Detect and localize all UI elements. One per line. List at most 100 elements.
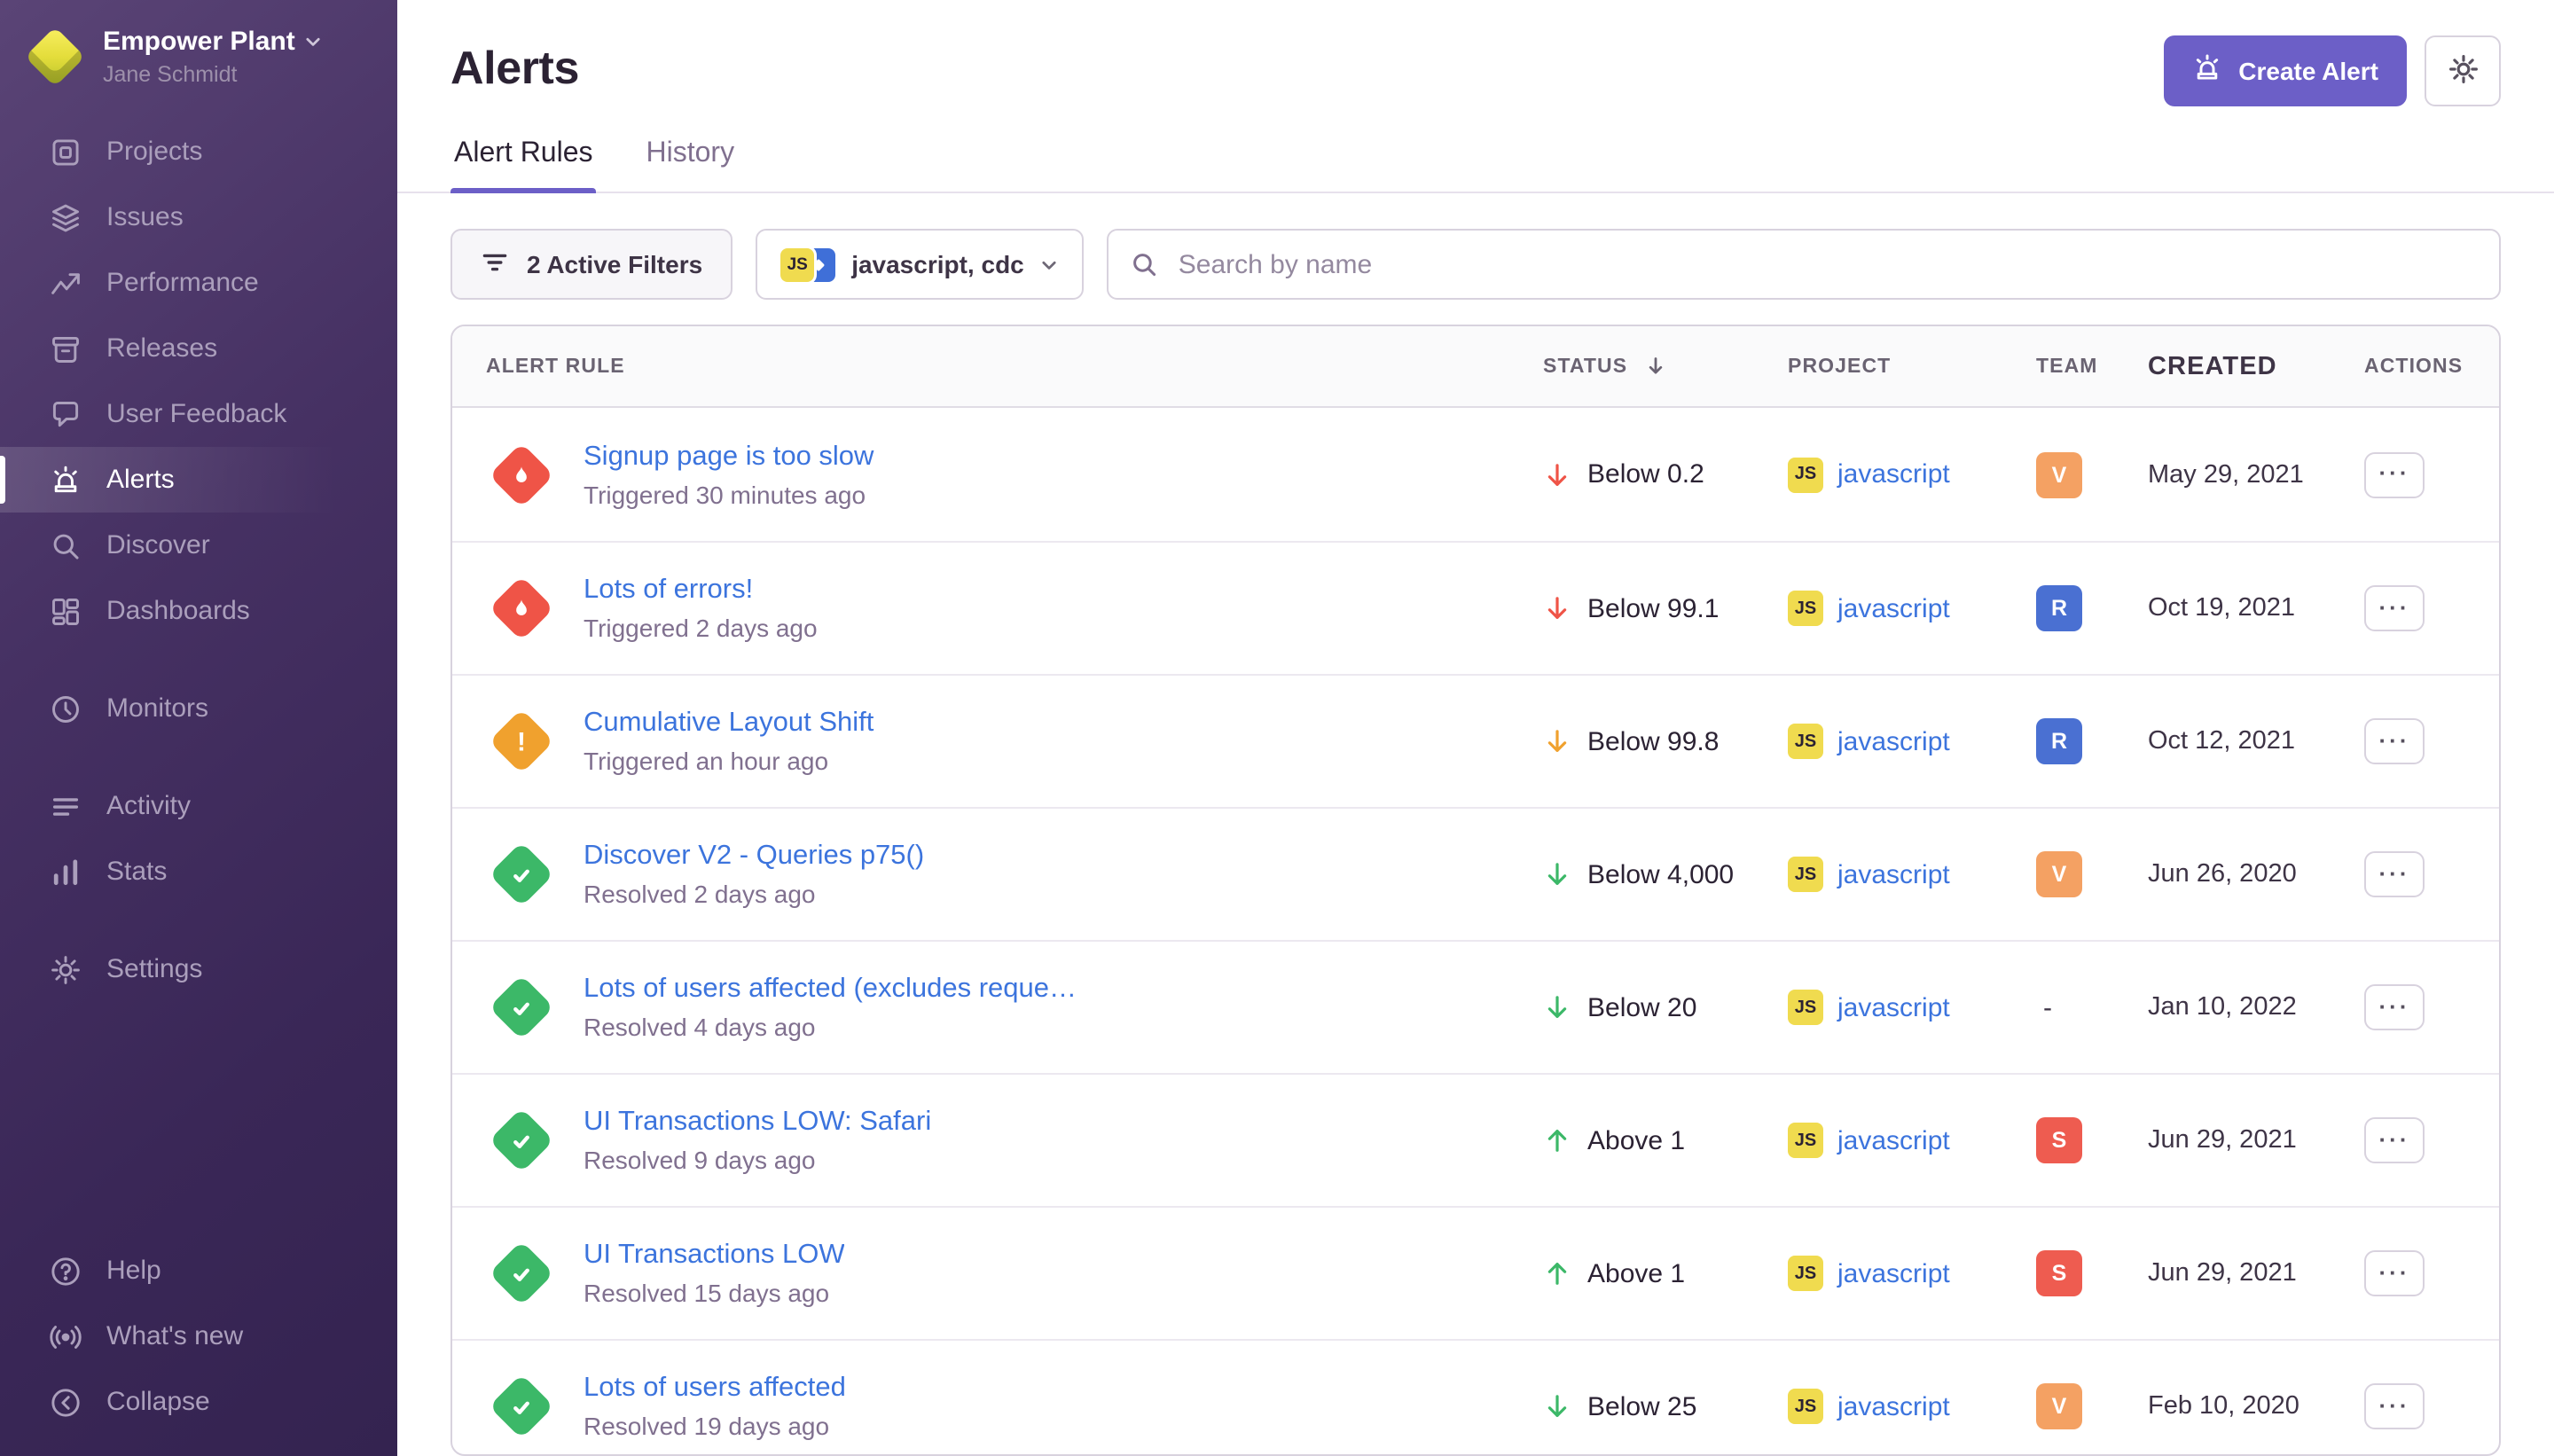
tab-alert-rules[interactable]: Alert Rules	[450, 135, 597, 192]
sidebar-item-settings[interactable]: Settings	[0, 936, 397, 1002]
team-avatar[interactable]: R	[2036, 585, 2082, 631]
row-actions-button[interactable]: ···	[2364, 585, 2425, 631]
project-cell: JS javascript	[1788, 1389, 2036, 1424]
sidebar-item-stats[interactable]: Stats	[0, 839, 397, 904]
row-actions-button[interactable]: ···	[2364, 1250, 2425, 1296]
project-cell: JS javascript	[1788, 990, 2036, 1025]
alert-settings-button[interactable]	[2425, 35, 2501, 106]
javascript-platform-icon: JS	[1788, 591, 1823, 626]
sidebar-item-dashboards[interactable]: Dashboards	[0, 578, 397, 644]
sidebar-item-releases[interactable]: Releases	[0, 316, 397, 381]
alert-rule-row: UI Transactions LOW: Safari Resolved 9 d…	[452, 1073, 2499, 1206]
status-below-arrow-icon	[1543, 727, 1571, 755]
sidebar-item-label: Settings	[106, 954, 202, 984]
alert-resolved-icon	[486, 1371, 557, 1442]
alert-rule-row: Lots of users affected (excludes reque… …	[452, 940, 2499, 1073]
alert-rule-link[interactable]: Lots of errors!	[584, 575, 818, 607]
column-header-status[interactable]: Status	[1543, 355, 1788, 378]
javascript-platform-icon: JS	[1788, 1256, 1823, 1291]
activity-icon	[50, 790, 82, 822]
project-link[interactable]: javascript	[1837, 1391, 1950, 1421]
alert-rule-link[interactable]: Lots of users affected	[584, 1373, 846, 1405]
status-value: Below 0.2	[1587, 459, 1704, 489]
tab-history[interactable]: History	[643, 135, 739, 192]
row-actions-button[interactable]: ···	[2364, 718, 2425, 764]
alert-rule-link[interactable]: UI Transactions LOW	[584, 1240, 845, 1272]
sidebar-item-help[interactable]: Help	[0, 1238, 397, 1303]
project-link[interactable]: javascript	[1837, 726, 1950, 756]
sidebar-item-activity[interactable]: Activity	[0, 773, 397, 839]
sidebar-item-monitors[interactable]: Monitors	[0, 676, 397, 741]
team-avatar[interactable]: S	[2036, 1117, 2082, 1163]
dashboards-icon	[50, 595, 82, 627]
alert-resolved-icon	[486, 839, 557, 910]
active-filters-button[interactable]: 2 Active Filters	[450, 229, 733, 300]
sidebar-item-label: Projects	[106, 137, 202, 167]
alert-resolved-icon	[486, 1105, 557, 1176]
sidebar-item-alerts[interactable]: Alerts	[0, 447, 397, 513]
project-link[interactable]: javascript	[1837, 459, 1950, 489]
sidebar-item-label: Monitors	[106, 693, 208, 724]
team-avatar[interactable]: V	[2036, 451, 2082, 497]
row-actions-button[interactable]: ···	[2364, 984, 2425, 1030]
filter-bar: 2 Active Filters JS javascript, cdc	[450, 229, 2501, 300]
sidebar-item-label: Discover	[106, 530, 210, 560]
sidebar-item-discover[interactable]: Discover	[0, 513, 397, 578]
create-alert-button[interactable]: Create Alert	[2164, 35, 2407, 106]
sidebar-item-projects[interactable]: Projects	[0, 119, 397, 184]
team-avatar[interactable]: R	[2036, 718, 2082, 764]
status-below-arrow-icon	[1543, 460, 1571, 489]
alert-rule-link[interactable]: Signup page is too slow	[584, 441, 874, 473]
team-avatar[interactable]: V	[2036, 1383, 2082, 1429]
alert-rule-link[interactable]: UI Transactions LOW: Safari	[584, 1107, 931, 1139]
created-date: Feb 10, 2020	[2148, 1392, 2346, 1421]
org-switcher[interactable]: Empower Plant Jane Schmidt	[0, 0, 397, 108]
active-filters-label: 2 Active Filters	[527, 250, 702, 278]
sidebar-item-performance[interactable]: Performance	[0, 250, 397, 316]
alert-resolved-icon	[486, 972, 557, 1043]
project-link[interactable]: javascript	[1837, 1125, 1950, 1155]
alert-resolved-icon	[486, 1238, 557, 1309]
sidebar-item-what-s-new[interactable]: What's new	[0, 1303, 397, 1369]
row-actions-button[interactable]: ···	[2364, 451, 2425, 497]
column-header-team: Team	[2036, 356, 2148, 377]
org-name: Empower Plant	[103, 27, 295, 57]
alert-rule-row: Signup page is too slow Triggered 30 min…	[452, 408, 2499, 541]
created-date: May 29, 2021	[2148, 460, 2346, 489]
status-above-arrow-icon	[1543, 1126, 1571, 1155]
actions-cell: ···	[2346, 1250, 2499, 1296]
row-actions-button[interactable]: ···	[2364, 1383, 2425, 1429]
project-cell: JS javascript	[1788, 857, 2036, 892]
team-avatar[interactable]: S	[2036, 1250, 2082, 1296]
alert-rule-link[interactable]: Discover V2 - Queries p75()	[584, 841, 924, 873]
alert-rule-link[interactable]: Cumulative Layout Shift	[584, 708, 874, 740]
row-actions-button[interactable]: ···	[2364, 851, 2425, 897]
alert-rule-link[interactable]: Lots of users affected (excludes reque…	[584, 974, 1077, 1006]
alert-rule-subtitle: Resolved 9 days ago	[584, 1146, 931, 1174]
project-link[interactable]: javascript	[1837, 1258, 1950, 1288]
project-filter-dropdown[interactable]: JS javascript, cdc	[756, 229, 1085, 300]
sidebar-item-label: Stats	[106, 857, 167, 887]
column-header-actions: Actions	[2346, 356, 2499, 377]
project-link[interactable]: javascript	[1837, 992, 1950, 1022]
alert-rule-subtitle: Resolved 19 days ago	[584, 1412, 846, 1440]
search-input[interactable]	[1108, 229, 2501, 300]
status-value: Above 1	[1587, 1125, 1685, 1155]
created-date: Jun 29, 2021	[2148, 1126, 2346, 1155]
tabs-bar: Alert Rules History	[397, 135, 2554, 193]
project-link[interactable]: javascript	[1837, 593, 1950, 623]
javascript-platform-icon: JS	[780, 247, 814, 281]
project-link[interactable]: javascript	[1837, 859, 1950, 889]
performance-icon	[50, 267, 82, 299]
sidebar-item-collapse[interactable]: Collapse	[0, 1369, 397, 1435]
sidebar-item-issues[interactable]: Issues	[0, 184, 397, 250]
team-cell: S	[2036, 1117, 2148, 1163]
team-cell: V	[2036, 1383, 2148, 1429]
alert-rule-subtitle: Triggered an hour ago	[584, 747, 874, 775]
row-actions-button[interactable]: ···	[2364, 1117, 2425, 1163]
team-avatar[interactable]: V	[2036, 851, 2082, 897]
team-cell: V	[2036, 851, 2148, 897]
stats-icon	[50, 856, 82, 888]
status-below-arrow-icon	[1543, 1392, 1571, 1421]
sidebar-item-user-feedback[interactable]: User Feedback	[0, 381, 397, 447]
